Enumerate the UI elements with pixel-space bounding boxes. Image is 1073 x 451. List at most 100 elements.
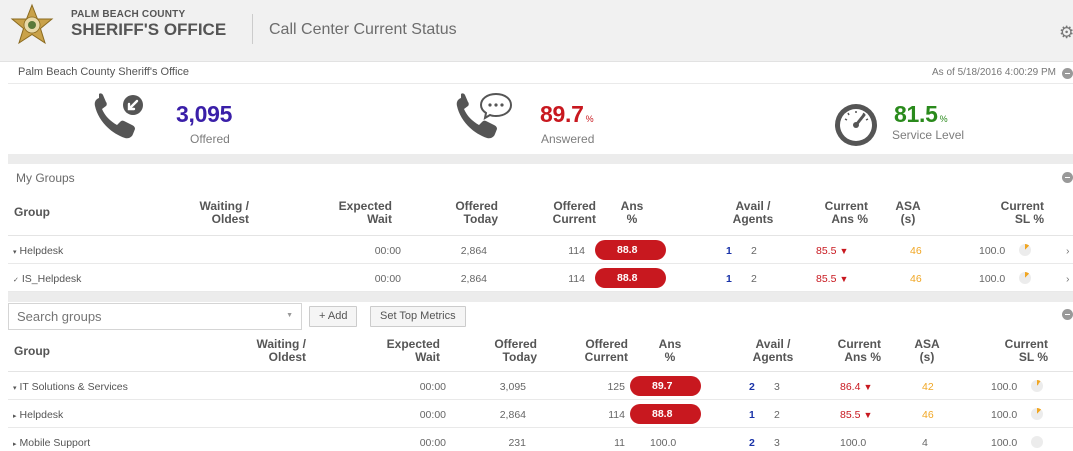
group-name[interactable]: ▾ IT Solutions & Services — [13, 381, 128, 393]
incoming-call-icon — [94, 93, 143, 139]
col-current-sl[interactable]: Current SL % — [973, 338, 1048, 364]
group-name-label: Mobile Support — [19, 437, 91, 449]
trend-down-icon: ▼ — [839, 274, 849, 284]
asa-value: 46 — [910, 245, 922, 257]
chevron-down-icon[interactable]: ▼ — [286, 312, 293, 319]
ans-pct-value: 88.8 — [630, 404, 701, 424]
total-agents-value: 2 — [774, 409, 780, 421]
current-sl-value: 100.0 — [979, 245, 1006, 257]
group-name[interactable]: ▸ Mobile Support — [13, 437, 90, 449]
group-name-label: IS_Helpdesk — [21, 273, 82, 285]
col-avail-agents[interactable]: Avail / Agents — [738, 338, 808, 364]
col-asa[interactable]: ASA (s) — [888, 200, 928, 226]
trend-down-icon: ▼ — [863, 410, 873, 420]
top-bar: PALM BEACH COUNTY SHERIFF'S OFFICE Call … — [0, 0, 1073, 62]
search-groups-field[interactable]: ▼ — [8, 303, 302, 330]
current-sl-value: 100.0 — [991, 409, 1018, 421]
available-agents-value: 1 — [749, 409, 755, 421]
col-offered-current[interactable]: Offered Current — [548, 338, 628, 364]
gear-icon[interactable]: ⚙ — [1059, 24, 1073, 41]
col-offered-today[interactable]: Offered Today — [458, 338, 537, 364]
row-more-icon[interactable]: › — [1066, 273, 1070, 285]
trend-down-icon: ▼ — [839, 246, 849, 256]
group-name-label: Helpdesk — [19, 409, 64, 421]
org-name-small: PALM BEACH COUNTY — [71, 9, 186, 20]
asa-value: 4 — [922, 437, 928, 449]
col-ans-pct[interactable]: Ans% — [612, 200, 652, 226]
expected-wait-value: 00:00 — [374, 273, 401, 285]
expected-wait-value: 00:00 — [419, 381, 446, 393]
current-sl-value: 100.0 — [979, 273, 1006, 285]
available-agents-value: 2 — [749, 437, 755, 449]
sl-pie-icon — [1031, 380, 1043, 392]
speedometer-icon — [835, 104, 877, 146]
current-ans-value: 85.5 ▼ — [816, 245, 848, 257]
total-agents-value: 2 — [751, 245, 757, 257]
expand-toggle-icon[interactable]: ▸ — [13, 441, 17, 448]
col-expected-wait[interactable]: Expected Wait — [308, 200, 392, 226]
group-name[interactable]: ✓ IS_Helpdesk — [13, 273, 81, 285]
current-ans-value: 85.5 ▼ — [840, 409, 872, 421]
offered-label: Offered — [190, 132, 230, 146]
offered-current-value: 125 — [607, 381, 625, 393]
current-ans-number: 100.0 — [840, 437, 867, 449]
add-group-button[interactable]: + Add — [309, 306, 358, 327]
asa-value: 46 — [910, 273, 922, 285]
all-groups-column-header: Group Waiting / Oldest Expected Wait Offer… — [8, 330, 1073, 372]
current-ans-value: 85.5 ▼ — [816, 273, 848, 285]
table-row[interactable]: ▾ IT Solutions & Services 00:00 3,095 125 89.… — [8, 372, 1073, 400]
offered-current-value: 11 — [614, 437, 625, 449]
current-sl-value: 100.0 — [991, 437, 1018, 449]
group-name[interactable]: ▸ Helpdesk — [13, 409, 63, 421]
offered-current-value: 114 — [568, 273, 585, 285]
col-offered-current[interactable]: Offered Current — [518, 200, 596, 226]
group-name-label: IT Solutions & Services — [19, 381, 128, 393]
total-agents-value: 3 — [774, 437, 780, 449]
current-ans-number: 85.5 — [840, 409, 861, 421]
col-group[interactable]: Group — [14, 206, 50, 219]
collapse-summary-icon[interactable] — [1062, 68, 1073, 79]
collapse-all-groups-icon[interactable] — [1062, 309, 1073, 320]
col-expected-wait[interactable]: Expected Wait — [358, 338, 440, 364]
current-ans-number: 86.4 — [840, 381, 861, 393]
col-current-sl[interactable]: Current SL % — [968, 200, 1044, 226]
offered-current-value: 114 — [568, 245, 585, 257]
col-asa[interactable]: ASA (s) — [907, 338, 947, 364]
available-agents-value: 1 — [726, 245, 732, 257]
asa-value: 42 — [922, 381, 934, 393]
offered-value: 3,095 — [176, 101, 233, 127]
col-avail-agents[interactable]: Avail / Agents — [718, 200, 788, 226]
answered-value: 89.7% — [540, 101, 594, 127]
table-row[interactable]: ▾ Helpdesk 00:00 2,864 114 88.8 1 2 85.5 ▼ 46 100.0… — [8, 236, 1073, 264]
collapse-my-groups-icon[interactable] — [1062, 172, 1073, 183]
expand-toggle-icon[interactable]: ▾ — [13, 249, 17, 256]
col-waiting-oldest[interactable]: Waiting / Oldest — [158, 200, 249, 226]
ans-pct-value: 100.0 — [650, 437, 677, 449]
offered-today-value: 2,864 — [499, 409, 526, 421]
row-more-icon[interactable]: › — [1066, 245, 1070, 257]
col-current-ans[interactable]: Current Ans % — [798, 200, 868, 226]
col-waiting-oldest[interactable]: Waiting / Oldest — [208, 338, 306, 364]
header-divider — [252, 14, 253, 44]
expand-toggle-icon[interactable]: ▾ — [13, 385, 17, 392]
group-name-label: Helpdesk — [19, 245, 64, 257]
as-of-timestamp: As of 5/18/2016 4:00:29 PM — [932, 67, 1056, 78]
group-name[interactable]: ▾ Helpdesk — [13, 245, 63, 257]
col-ans-pct[interactable]: Ans% — [650, 338, 690, 364]
expand-toggle-icon[interactable]: ▸ — [13, 413, 17, 420]
offered-today-value: 2,864 — [460, 245, 487, 257]
current-ans-value: 100.0 — [840, 437, 866, 449]
search-input[interactable] — [9, 304, 269, 329]
expand-toggle-icon[interactable]: ✓ — [13, 277, 19, 284]
col-current-ans[interactable]: Current Ans % — [808, 338, 881, 364]
expected-wait-value: 00:00 — [374, 245, 401, 257]
table-row[interactable]: ▸ Mobile Support 00:00 231 11 100.0 2 3 100.0 4 10… — [8, 428, 1073, 451]
table-row[interactable]: ▸ Helpdesk 00:00 2,864 114 88.8 1 2 85.5 ▼ 46 100.0 — [8, 400, 1073, 428]
col-group[interactable]: Group — [14, 345, 50, 358]
table-row[interactable]: ✓ IS_Helpdesk 00:00 2,864 114 88.8 1 2 85.5 ▼ 46 10… — [8, 264, 1073, 292]
col-offered-today[interactable]: Offered Today — [418, 200, 498, 226]
offered-current-value: 114 — [608, 409, 625, 421]
asa-value: 46 — [922, 409, 934, 421]
set-top-metrics-button[interactable]: Set Top Metrics — [370, 306, 466, 327]
offered-today-value: 2,864 — [460, 273, 487, 285]
